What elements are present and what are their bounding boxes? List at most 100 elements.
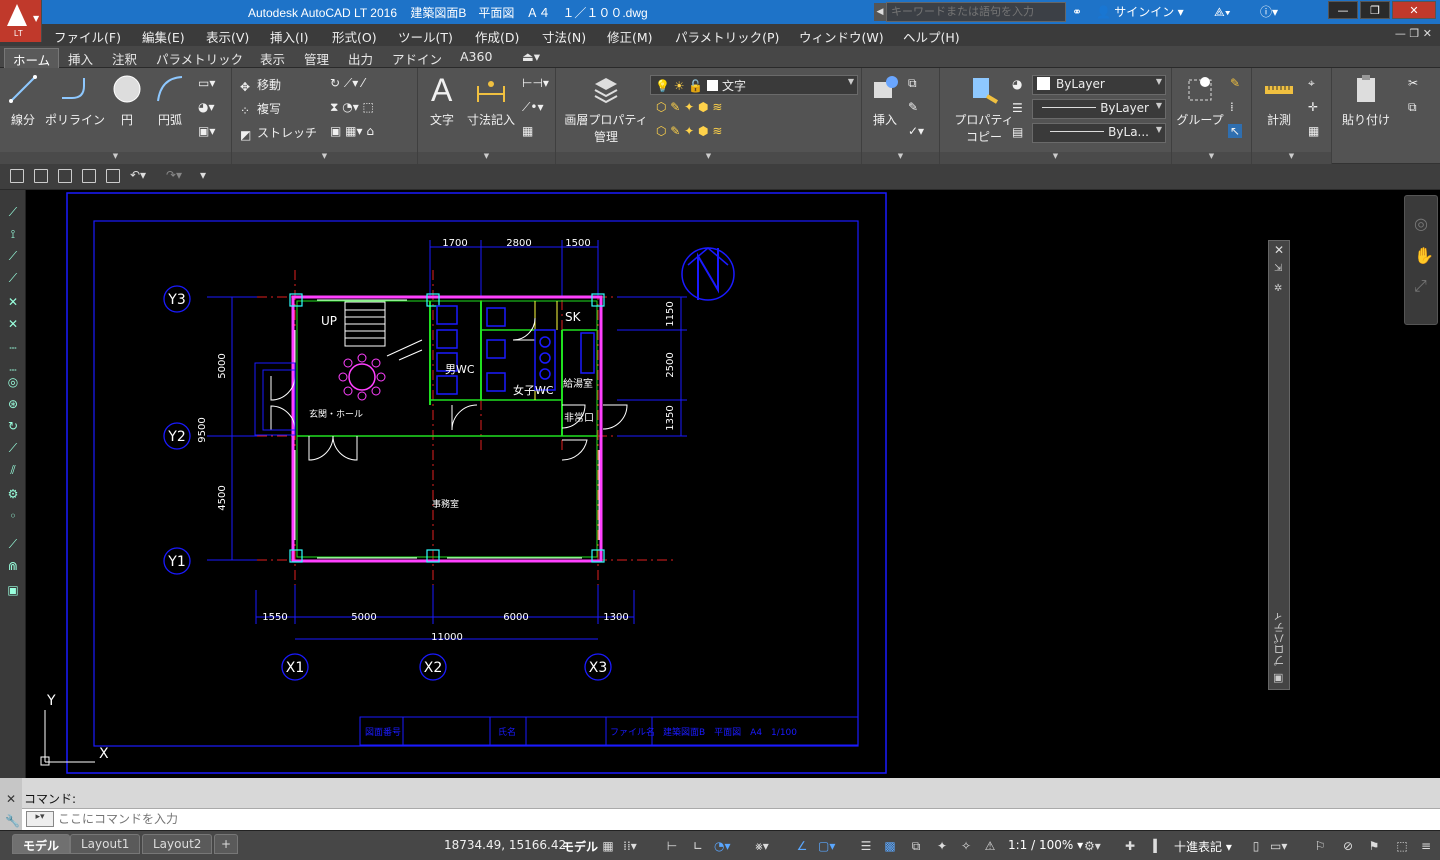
wrench-icon[interactable]: 🔧 [5,814,20,828]
application-menu-button[interactable]: LT ▼ [0,0,42,42]
tab-home[interactable]: ホーム [4,48,60,68]
layer-dropdown[interactable]: 💡 ☀ 🔓 文字 ▼ [650,75,858,95]
linetype-dropdown[interactable]: ByLayer ▼ [1032,99,1166,119]
annotation-panel-expand[interactable] [418,152,555,164]
linetype-icon[interactable]: ☰ [1012,101,1023,115]
tab-view[interactable]: 表示 [252,48,293,68]
isolate-objects-icon[interactable]: ⚐ [1312,838,1328,854]
calculator-icon[interactable]: ▦ [1308,124,1319,138]
arc-button[interactable]: 円弧 [150,72,190,128]
text-button[interactable]: A 文字 [422,72,462,128]
polyline-button[interactable]: ポリライン [44,72,106,128]
layers-panel-expand[interactable] [556,152,861,164]
pan-icon[interactable]: ✋ [1414,246,1434,265]
hardware-acceleration-icon[interactable]: ⊘ [1340,838,1356,854]
tool-line-icon[interactable]: ⟋ [5,204,21,220]
clean-screen-toggle-icon[interactable]: ⚑ [1366,838,1382,854]
menu-insert[interactable]: 挿入(I) [270,27,308,46]
tab-a360[interactable]: A360 [452,48,500,68]
menu-parametric[interactable]: パラメトリック(P) [675,27,779,46]
quick-properties-icon[interactable]: ▯ [1248,838,1264,854]
group-button[interactable]: グループ [1174,72,1226,128]
lineweight-icon[interactable]: ▤ [1012,125,1023,139]
rectangle-icon[interactable]: ▭▾ [198,76,215,90]
new-icon[interactable] [10,169,24,183]
isolate-icon[interactable]: ▍ [1150,838,1166,854]
tool-extend-icon[interactable]: ✕ [5,316,21,332]
tab-addins[interactable]: アドイン [384,48,450,68]
layer-tools-row-1[interactable]: ⬡ ✎ ✦ ⬢ ≋ [656,100,722,114]
layer-properties-button[interactable]: 画層プロパティ 管理 [560,72,652,145]
linear-dim-icon[interactable]: ⊢⊣▾ [522,76,549,90]
tool-construction-icon[interactable]: ⟟ [5,226,21,242]
hatch-icon[interactable]: ◕▾ [198,100,215,114]
tab-insert[interactable]: 挿入 [60,48,101,68]
dimension-button[interactable]: 寸法記入 [464,72,518,128]
modify-panel-expand[interactable] [232,152,417,164]
command-input[interactable] [58,812,1428,826]
mirror-icon[interactable]: ⧗ ◔▾ ⬚ [330,100,374,115]
tool-snap-settings-icon[interactable]: ⋒ [5,558,21,574]
binoculars-icon[interactable]: ⚭ [1072,3,1082,21]
ungroup-icon[interactable]: ✎ [1230,76,1240,90]
circle-button[interactable]: 円 [110,72,144,128]
annotation-visibility-icon[interactable]: ✦ [934,838,950,854]
menu-format[interactable]: 形式(O) [332,27,377,46]
cut-icon[interactable]: ✂ [1408,76,1418,90]
tool-array-icon[interactable]: ⚙ [5,486,21,502]
group-edit-icon[interactable]: ⁞ [1230,100,1234,114]
palette-settings-icon[interactable]: ✲ [1274,283,1282,294]
stretch-button[interactable]: ◩ ストレッチ [240,124,317,142]
tool-rotate-icon[interactable]: ↻ [5,418,21,434]
command-close-icon[interactable]: ✕ [6,792,16,806]
measure-button[interactable]: 計測 [1256,72,1302,128]
point-icon[interactable]: ✛ [1308,100,1318,114]
workspace-icon[interactable]: ⚙▾ [1084,838,1101,854]
create-block-icon[interactable]: ⧉ [908,76,917,91]
leader-icon[interactable]: ⟋•▾ [522,100,544,115]
annotation-scale-icon[interactable]: ⚠ [982,838,998,854]
ribbon-options-icon[interactable]: ⏏▾ [514,48,548,68]
isodraft-icon[interactable]: ⨳▾ [754,838,770,854]
object-snap-tracking-icon[interactable]: ∠ [794,838,810,854]
doc-window-controls[interactable]: — ❐ ✕ [1395,27,1432,40]
close-button[interactable]: ✕ [1392,1,1436,19]
tool-polyline-icon[interactable]: ⟋ [5,248,21,264]
clean-screen-icon[interactable]: ⬚ [1394,838,1410,854]
tool-circle-icon[interactable]: ◎ [5,374,21,390]
color-dropdown[interactable]: ByLayer ▼ [1032,75,1166,95]
groups-panel-expand[interactable] [1172,152,1251,164]
selection-cycling-icon[interactable]: ⧉ [908,838,924,854]
paste-button[interactable]: 貼り付け [1338,72,1394,128]
line-button[interactable]: 線分 [6,72,40,128]
utilities-panel-expand[interactable] [1252,152,1331,164]
undo-icon[interactable]: ↶▾ [130,168,146,182]
search-input[interactable] [886,2,1066,22]
menu-edit[interactable]: 編集(E) [142,27,185,46]
polar-icon[interactable]: ◔▾ [714,838,731,854]
help-icon[interactable]: ⓘ▾ [1260,3,1278,21]
tool-trim-icon[interactable]: ✕ [5,294,21,310]
ortho-icon[interactable]: ∟ [690,838,706,854]
infer-icon[interactable]: ⊢ [664,838,680,854]
auto-scale-icon[interactable]: ✧ [958,838,974,854]
menu-draw[interactable]: 作成(D) [475,27,519,46]
tab-layout2[interactable]: Layout2 [142,834,213,854]
insert-block-button[interactable]: 挿入 [866,72,904,128]
customization-icon[interactable]: ≡ [1418,838,1434,854]
menu-window[interactable]: ウィンドウ(W) [799,27,884,46]
tool-snap-icon[interactable]: ⊛ [5,396,21,412]
annotation-scale-value[interactable]: 1:1 / 100% ▾ [1008,838,1083,852]
pin-icon[interactable]: ⇲ [1274,263,1282,274]
color-wheel-icon[interactable]: ◕ [1012,77,1022,91]
qat-customize-icon[interactable]: ▾ [200,168,206,182]
table-icon[interactable]: ▦ [522,124,533,138]
snap-icon[interactable]: ⁞⁞▾ [622,838,638,854]
floor-plan-drawing[interactable]: 図面番号 氏名 ファイル名 建築図面B 平面図 A4 1/100 Y3 Y2 Y… [27,190,1440,778]
menu-file[interactable]: ファイル(F) [54,27,121,46]
move-button[interactable]: ✥ 移動 [240,76,281,94]
tab-annotate[interactable]: 注釈 [104,48,145,68]
lineweight-dropdown[interactable]: ByLa... ▼ [1032,123,1166,143]
tool-offset-icon[interactable]: ⟋ [5,440,21,456]
object-snap-icon[interactable]: ▢▾ [818,838,835,854]
